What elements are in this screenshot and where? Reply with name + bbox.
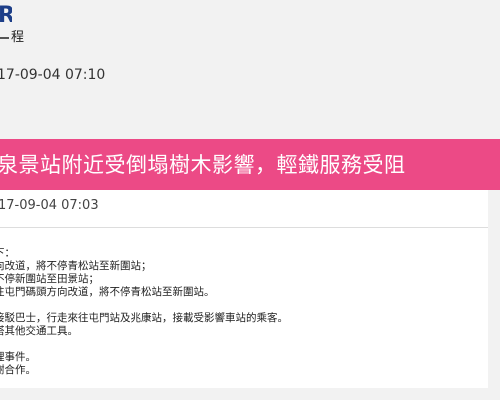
notice-title-banner: 泉景站附近受倒塌樹木影響，輕鐵服務受阻 bbox=[0, 139, 500, 190]
body-line: 謝合作。 bbox=[0, 364, 36, 376]
divider bbox=[0, 227, 488, 228]
header: R 程 17-09-04 07:10 bbox=[0, 0, 500, 118]
notice-page: R 程 17-09-04 07:10 泉景站附近受倒塌樹木影響，輕鐵服務受阻 1… bbox=[0, 0, 500, 400]
body-line: 往屯門碼頭方向改道，將不停青松站至新圍站。 bbox=[0, 286, 215, 298]
page-margin bbox=[0, 388, 500, 400]
published-timestamp: 17-09-04 07:03 bbox=[0, 198, 99, 213]
logo-subtitle: 程 bbox=[0, 30, 25, 46]
body-line: 向改道，將不停青松站至新圍站； bbox=[0, 260, 152, 272]
logo-subtitle-text: 程 bbox=[11, 30, 26, 45]
body-line: 搭其他交通工具。 bbox=[0, 325, 78, 337]
header-timestamp: 17-09-04 07:10 bbox=[0, 67, 106, 83]
page-margin bbox=[488, 190, 500, 400]
body-line: 理事件。 bbox=[0, 351, 36, 363]
notice-content: 17-09-04 07:03 下： 向改道，將不停青松站至新圍站； 不停新圍站至… bbox=[0, 190, 488, 390]
notice-title: 泉景站附近受倒塌樹木影響，輕鐵服務受阻 bbox=[0, 153, 406, 177]
body-line: 接駁巴士，行走來往屯門站及兆康站，接載受影響車站的乘客。 bbox=[0, 312, 288, 324]
body-line: 下： bbox=[0, 247, 15, 259]
dash-icon bbox=[0, 36, 9, 39]
body-line: 不停新圍站至田景站； bbox=[0, 273, 99, 285]
company-logo[interactable]: R bbox=[0, 5, 12, 27]
